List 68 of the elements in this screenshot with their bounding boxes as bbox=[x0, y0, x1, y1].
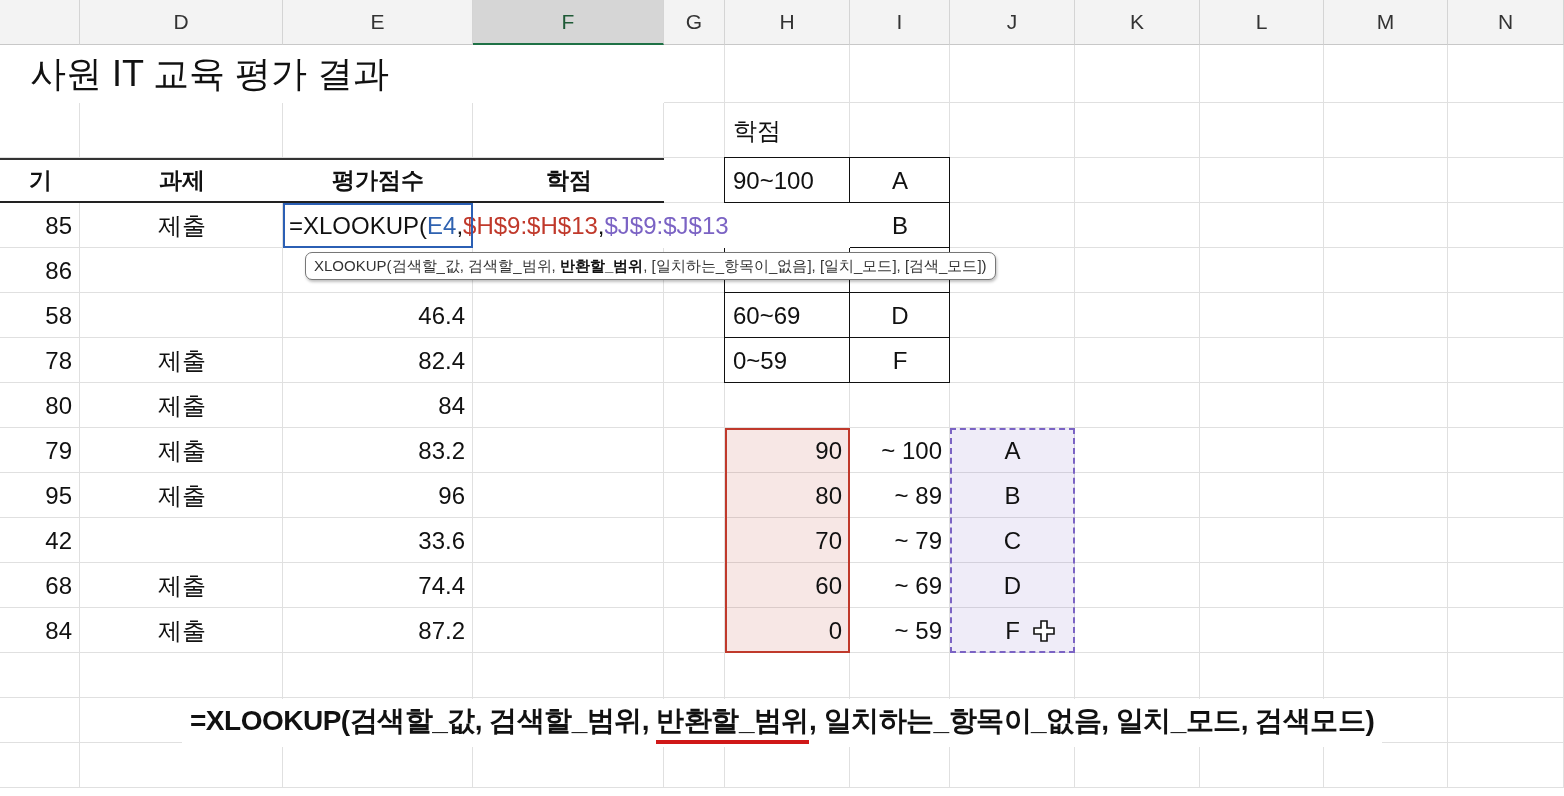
column-header[interactable]: D bbox=[80, 0, 283, 45]
table-cell-text: 83.2 bbox=[417, 435, 466, 466]
column-heading: 평가점수 bbox=[283, 158, 473, 203]
table-cell-text: 96 bbox=[437, 480, 466, 511]
column-header[interactable]: F bbox=[473, 0, 664, 45]
table-cell-text: 제출 bbox=[156, 390, 207, 421]
table-cell-text: 78 bbox=[44, 345, 73, 376]
table-cell-text: 0 bbox=[827, 615, 843, 646]
table-cell-text: 제출 bbox=[156, 570, 207, 601]
table-cell-text: 79 bbox=[44, 435, 73, 466]
table-cell-text: 46.4 bbox=[417, 300, 466, 331]
table-cell-text: 제출 bbox=[156, 210, 207, 241]
table-cell-text: 90~100 bbox=[732, 165, 815, 196]
table-cell-text: 42 bbox=[44, 525, 73, 556]
table-cell-text: ~ 79 bbox=[893, 525, 943, 556]
table-cell-text: A bbox=[1003, 435, 1022, 466]
table-cell-text: A bbox=[891, 165, 909, 196]
table-cell-text: D bbox=[1002, 570, 1023, 601]
table-cell-text: 84 bbox=[437, 390, 466, 421]
table-cell-text: 95 bbox=[44, 480, 73, 511]
column-header[interactable]: H bbox=[725, 0, 850, 45]
column-header[interactable]: K bbox=[1075, 0, 1200, 45]
column-header[interactable]: I bbox=[850, 0, 950, 45]
table-cell-text: B bbox=[1003, 480, 1022, 511]
table-cell-text: ~ 89 bbox=[893, 480, 943, 511]
column-heading: 과제 bbox=[80, 158, 283, 203]
cursor-icon bbox=[1033, 619, 1055, 642]
column-header[interactable]: L bbox=[1200, 0, 1324, 45]
table-cell-text: 60~69 bbox=[732, 300, 802, 331]
table-cell-text: 90 bbox=[814, 435, 843, 466]
table-cell-text: F bbox=[891, 345, 909, 376]
column-heading: 학점 bbox=[473, 158, 664, 203]
table-cell-text: 85 bbox=[44, 210, 73, 241]
table-cell-text: 60 bbox=[814, 570, 843, 601]
column-header[interactable]: M bbox=[1324, 0, 1448, 45]
sheet-title: 사원 IT 교육 평가 결과 bbox=[0, 45, 664, 103]
column-header[interactable]: N bbox=[1448, 0, 1564, 45]
table-cell-text: 제출 bbox=[156, 480, 207, 511]
table-cell-text: 70 bbox=[814, 525, 843, 556]
table-cell-text: 제출 bbox=[156, 615, 207, 646]
table-cell-text: ~ 59 bbox=[893, 615, 943, 646]
table-cell-text: 58 bbox=[44, 300, 73, 331]
table-cell-text: D bbox=[890, 300, 910, 331]
table-cell-text: 80 bbox=[44, 390, 73, 421]
column-header[interactable] bbox=[0, 0, 80, 45]
column-header[interactable]: G bbox=[664, 0, 725, 45]
column-heading: 기 bbox=[0, 158, 80, 203]
table-cell-text: F bbox=[1004, 615, 1021, 646]
table-cell-text: ~ 69 bbox=[893, 570, 943, 601]
table-cell-text: 0~59 bbox=[732, 345, 789, 376]
table-cell-text: 84 bbox=[44, 615, 73, 646]
table-cell-text: ~ 100 bbox=[880, 435, 943, 466]
column-header[interactable]: E bbox=[283, 0, 473, 45]
function-tooltip: XLOOKUP(검색할_값, 검색할_범위, 반환할_범위, [일치하는_항목이_없음], [일치_모드], [검색_모드]) bbox=[305, 252, 996, 280]
table-cell-text: 82.4 bbox=[417, 345, 466, 376]
table-cell-text: 학점 bbox=[732, 115, 782, 146]
caption-text: =XLOOKUP(검색할_값, 검색할_범위, 반환할_범위, 일치하는_항목이_없음, 일치_모드, 검색모드) bbox=[182, 699, 1383, 747]
table-cell-text: B bbox=[891, 210, 909, 241]
table-cell-text: 33.6 bbox=[417, 525, 466, 556]
table-cell-text: 68 bbox=[44, 570, 73, 601]
table-cell-text: 74.4 bbox=[417, 570, 466, 601]
table-cell-text: 80 bbox=[814, 480, 843, 511]
table-cell-text: C bbox=[1002, 525, 1023, 556]
table-cell-text: 제출 bbox=[156, 345, 207, 376]
column-header[interactable]: J bbox=[950, 0, 1075, 45]
table-cell-text: 제출 bbox=[156, 435, 207, 466]
table-cell-text: 86 bbox=[44, 255, 73, 286]
table-cell-text: 87.2 bbox=[417, 615, 466, 646]
